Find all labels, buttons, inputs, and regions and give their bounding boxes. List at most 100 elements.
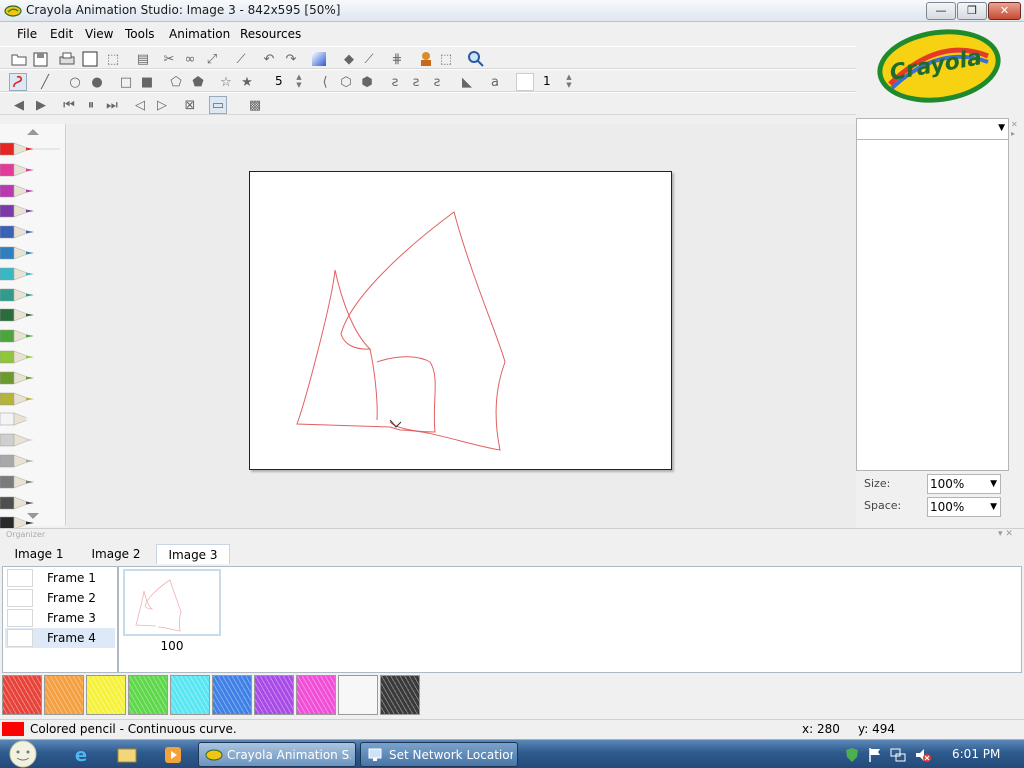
pentagon-filled-icon[interactable]: ⬟	[189, 73, 207, 91]
pentagon-outline-icon[interactable]: ⬠	[167, 73, 185, 91]
color-box-icon[interactable]	[516, 73, 534, 91]
pencil-3[interactable]	[0, 182, 60, 200]
paste-icon[interactable]: ▤	[134, 50, 152, 68]
delete-frame-icon[interactable]: ⊠	[181, 96, 199, 114]
close-button[interactable]: ✕	[988, 2, 1021, 20]
tab-image-2[interactable]: Image 2	[84, 544, 148, 564]
curve-pencil-icon[interactable]	[9, 73, 27, 91]
network-tray-icon[interactable]	[890, 747, 906, 763]
media-player-icon[interactable]	[162, 744, 184, 766]
fill-shape-icon[interactable]: ◣	[458, 73, 476, 91]
start-button-icon[interactable]	[6, 740, 40, 768]
frame-item[interactable]: Frame 1	[5, 568, 115, 588]
menu-animation[interactable]: Animation	[169, 27, 230, 41]
pencil-4[interactable]	[0, 202, 60, 220]
move-forward-icon[interactable]: ▷	[153, 96, 171, 114]
pencil-13[interactable]	[0, 390, 60, 408]
zoom-icon[interactable]	[467, 50, 485, 68]
fill-icon[interactable]: ◆	[340, 50, 358, 68]
scroll-up-icon[interactable]	[26, 128, 40, 136]
first-frame-icon[interactable]: ⏮	[60, 96, 78, 114]
pencil-5[interactable]	[0, 223, 60, 241]
prev-frame-icon[interactable]: ◀	[10, 96, 28, 114]
rect-outline-icon[interactable]: □	[117, 73, 135, 91]
save-icon[interactable]	[31, 50, 49, 68]
squiggle-filled-icon[interactable]: ƨ	[428, 73, 446, 91]
crop-select-icon[interactable]: ⬚	[437, 50, 455, 68]
layers-icon[interactable]: ▩	[246, 96, 264, 114]
star-outline-icon[interactable]: ☆	[217, 73, 235, 91]
volume-muted-icon[interactable]	[915, 747, 931, 763]
security-shield-icon[interactable]	[844, 747, 860, 763]
menu-edit[interactable]: Edit	[50, 27, 73, 41]
undo-icon[interactable]: ↶	[260, 50, 278, 68]
tab-image-3[interactable]: Image 3	[156, 544, 230, 564]
line-width-spinner-icon[interactable]: ▲ ▼	[564, 73, 574, 91]
onion-skin-icon[interactable]: ▭	[209, 96, 227, 114]
minimize-button[interactable]: —	[926, 2, 956, 20]
brush-size-spinner-icon[interactable]: ▲ ▼	[294, 73, 304, 91]
move-back-icon[interactable]: ◁	[131, 96, 149, 114]
pencil-17[interactable]	[0, 473, 60, 491]
circle-outline-icon[interactable]: ○	[66, 73, 84, 91]
pencil-14[interactable]	[0, 410, 60, 428]
pencil-11[interactable]	[0, 348, 60, 366]
color-swatch[interactable]	[86, 675, 126, 715]
tab-image-1[interactable]: Image 1	[8, 544, 70, 564]
color-swatch[interactable]	[128, 675, 168, 715]
freeform-outline-icon[interactable]: ⬡	[337, 73, 355, 91]
color-swatch[interactable]	[296, 675, 336, 715]
internet-explorer-icon[interactable]: e	[70, 744, 92, 766]
file-explorer-icon[interactable]	[116, 744, 138, 766]
stamp-person-icon[interactable]	[417, 50, 435, 68]
print-icon[interactable]	[58, 50, 76, 68]
stamp-category-select[interactable]: ▼	[856, 118, 1009, 140]
color-swatch[interactable]	[44, 675, 84, 715]
link-icon[interactable]: ∞	[181, 50, 199, 68]
rect-filled-icon[interactable]: ■	[138, 73, 156, 91]
grid-icon[interactable]: ⋕	[388, 50, 406, 68]
stamps-vertical-tab[interactable]: ✕ ▸	[1011, 120, 1023, 220]
stamp-list[interactable]	[856, 139, 1009, 471]
eraser-icon[interactable]: ⟋	[360, 50, 378, 68]
organizer-collapse-icon[interactable]: ▾ ✕	[998, 529, 1013, 539]
pencil-12[interactable]	[0, 369, 60, 387]
star-filled-icon[interactable]: ★	[238, 73, 256, 91]
squiggle-outline-icon[interactable]: ƨ	[386, 73, 404, 91]
pencil-18[interactable]	[0, 494, 60, 512]
menu-file[interactable]: File	[17, 27, 37, 41]
color-swatch[interactable]	[170, 675, 210, 715]
redo-icon[interactable]: ↷	[282, 50, 300, 68]
drawing-canvas[interactable]	[249, 171, 672, 470]
color-swatch[interactable]	[2, 675, 42, 715]
menu-view[interactable]: View	[85, 27, 113, 41]
task-crayola-animation[interactable]: Crayola Animation S...	[198, 742, 356, 767]
pencil-10[interactable]	[0, 327, 60, 345]
new-image-icon[interactable]	[81, 50, 99, 68]
circle-filled-icon[interactable]: ●	[88, 73, 106, 91]
frame-item-selected[interactable]: Frame 4	[5, 628, 115, 648]
pencil-6[interactable]	[0, 244, 60, 262]
menu-resources[interactable]: Resources	[240, 27, 301, 41]
pencil-8[interactable]	[0, 286, 60, 304]
gradient-icon[interactable]	[310, 50, 328, 68]
dropper-icon[interactable]: ⟋	[232, 50, 250, 68]
text-tool-icon[interactable]: a	[486, 73, 504, 91]
space-select[interactable]: 100% ▼	[927, 497, 1001, 517]
line-icon[interactable]: ╱	[36, 73, 54, 91]
menu-tools[interactable]: Tools	[125, 27, 155, 41]
action-center-flag-icon[interactable]	[867, 747, 883, 763]
pencil-1[interactable]	[0, 140, 60, 158]
pencil-16[interactable]	[0, 452, 60, 470]
color-swatch[interactable]	[380, 675, 420, 715]
color-swatch[interactable]	[338, 675, 378, 715]
polyline-icon[interactable]: ⟨	[316, 73, 334, 91]
color-swatch[interactable]	[254, 675, 294, 715]
resize-icon[interactable]: ⤢	[203, 50, 221, 68]
open-folder-icon[interactable]	[10, 50, 28, 68]
pencil-15[interactable]	[0, 431, 60, 449]
color-swatch[interactable]	[212, 675, 252, 715]
pencil-2[interactable]	[0, 161, 60, 179]
frame-item[interactable]: Frame 2	[5, 588, 115, 608]
next-frame-icon[interactable]: ▶	[32, 96, 50, 114]
